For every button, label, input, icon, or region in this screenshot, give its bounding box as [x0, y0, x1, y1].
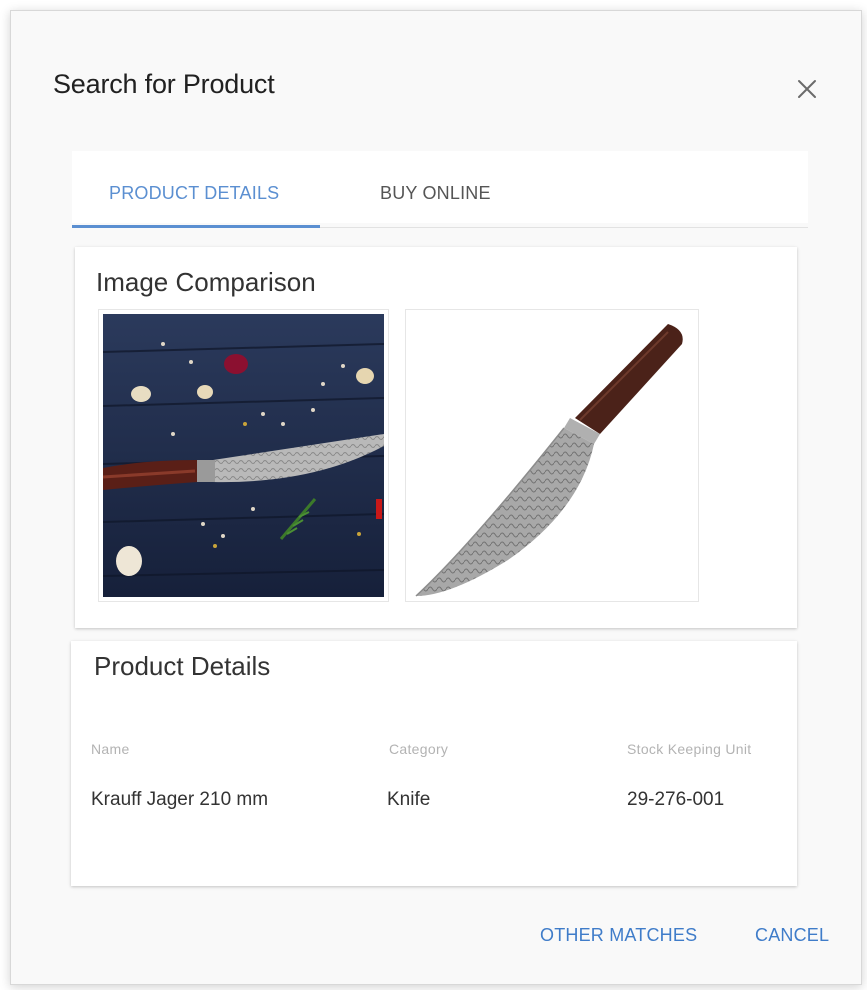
image-comparison-card: Image Comparison	[75, 247, 797, 628]
image-comparison-heading: Image Comparison	[96, 267, 316, 297]
match-image[interactable]	[405, 309, 699, 602]
tab-buy-online[interactable]: BUY ONLINE	[380, 183, 491, 204]
column-header-category: Category	[389, 741, 449, 757]
product-category-value: Knife	[387, 789, 431, 810]
knife-product-photo	[410, 314, 694, 597]
column-header-name: Name	[91, 741, 130, 757]
active-tab-indicator	[72, 225, 320, 228]
search-product-dialog: Search for Product PRODUCT DETAILS BUY O…	[10, 10, 862, 985]
product-name-value: Krauff Jager 210 mm	[91, 789, 269, 810]
knife-on-table-photo	[103, 314, 384, 597]
dialog-title: Search for Product	[53, 69, 275, 99]
other-matches-button[interactable]: OTHER MATCHES	[540, 925, 697, 946]
tab-product-details[interactable]: PRODUCT DETAILS	[109, 183, 279, 204]
query-image[interactable]	[98, 309, 389, 602]
column-header-sku: Stock Keeping Unit	[627, 741, 752, 757]
tab-bar: PRODUCT DETAILS BUY ONLINE	[72, 151, 808, 231]
cancel-button[interactable]: CANCEL	[755, 925, 829, 946]
tabs-divider	[320, 227, 808, 228]
product-details-heading: Product Details	[94, 651, 271, 681]
product-sku-value: 29-276-001	[627, 789, 725, 810]
close-button[interactable]	[789, 71, 825, 107]
close-icon	[798, 80, 816, 98]
product-details-card: Product Details Name Category Stock Keep…	[71, 641, 797, 886]
